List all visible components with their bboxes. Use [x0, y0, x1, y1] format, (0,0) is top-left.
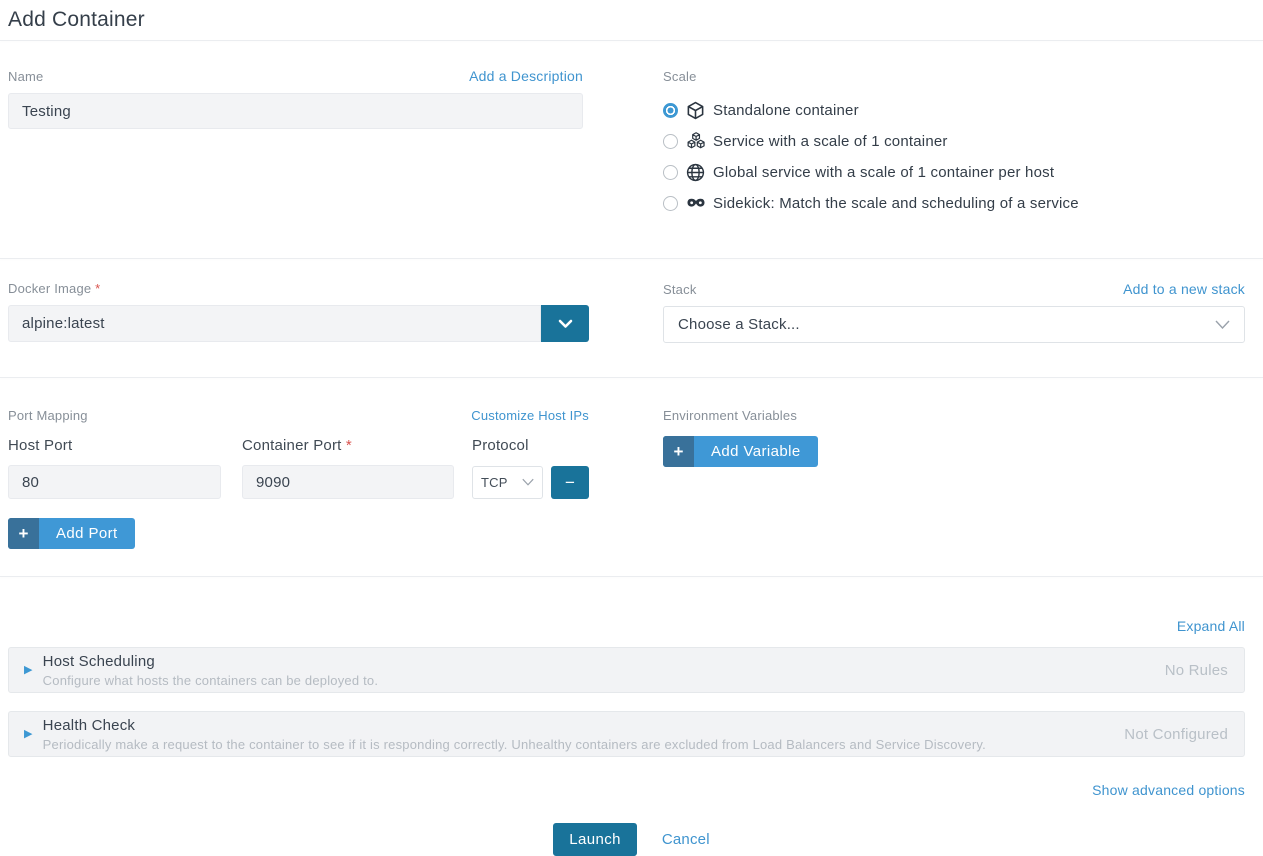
scale-label: Scale	[663, 69, 697, 84]
protocol-label: Protocol	[472, 437, 529, 454]
protocol-select-value: TCP	[481, 475, 508, 490]
advanced-panels: Expand All ▶ Host Scheduling Configure w…	[0, 577, 1263, 800]
stack-select-value: Choose a Stack...	[678, 316, 800, 333]
minus-icon: −	[565, 474, 575, 491]
chevron-down-icon	[522, 478, 534, 486]
plus-icon: +	[8, 518, 39, 549]
environment-variables-label: Environment Variables	[663, 408, 797, 423]
radio-global[interactable]	[663, 165, 678, 180]
ports-env-row: Port Mapping Customize Host IPs Host Por…	[0, 378, 1263, 576]
name-label: Name	[8, 69, 43, 84]
collapsed-triangle-icon[interactable]: ▶	[9, 729, 43, 740]
add-port-button[interactable]: + Add Port	[8, 518, 135, 549]
cancel-link[interactable]: Cancel	[662, 831, 710, 848]
show-advanced-options-link[interactable]: Show advanced options	[1092, 782, 1245, 798]
launch-button[interactable]: Launch	[553, 823, 637, 856]
remove-port-button[interactable]: −	[551, 466, 589, 499]
host-port-input[interactable]	[8, 465, 221, 499]
globe-icon	[685, 162, 706, 183]
scale-option-label: Global service with a scale of 1 contain…	[713, 164, 1054, 181]
panel-description: Configure what hosts the containers can …	[43, 673, 1165, 688]
environment-variables-section: Environment Variables + Add Variable	[663, 408, 1237, 576]
port-column-headers: Host Port Container Port * Protocol	[8, 437, 589, 454]
collapsed-triangle-icon[interactable]: ▶	[9, 665, 43, 676]
scale-option-label: Standalone container	[713, 102, 859, 119]
docker-image-section: Docker Image *	[8, 281, 583, 377]
scale-option-sidekick[interactable]: Sidekick: Match the scale and scheduling…	[663, 192, 1245, 214]
radio-standalone[interactable]	[663, 103, 678, 118]
required-asterisk: *	[95, 281, 100, 296]
host-scheduling-panel[interactable]: ▶ Host Scheduling Configure what hosts t…	[8, 647, 1245, 693]
radio-service[interactable]	[663, 134, 678, 149]
scale-option-label: Service with a scale of 1 container	[713, 133, 948, 150]
scale-option-standalone[interactable]: Standalone container	[663, 99, 1245, 121]
panel-status: No Rules	[1165, 662, 1244, 679]
plus-icon: +	[663, 436, 694, 467]
radio-sidekick[interactable]	[663, 196, 678, 211]
panel-title: Health Check	[43, 717, 1125, 734]
add-variable-button[interactable]: + Add Variable	[663, 436, 818, 467]
scale-option-global[interactable]: Global service with a scale of 1 contain…	[663, 161, 1245, 183]
container-port-label: Container Port *	[242, 437, 472, 454]
add-description-link[interactable]: Add a Description	[469, 68, 583, 84]
page-title: Add Container	[0, 0, 1263, 40]
panel-description: Periodically make a request to the conta…	[43, 737, 1125, 752]
chevron-down-icon	[558, 319, 573, 329]
docker-image-dropdown-button[interactable]	[541, 305, 589, 342]
stack-select[interactable]: Choose a Stack...	[663, 306, 1245, 343]
chevron-down-icon	[1215, 320, 1230, 329]
stack-label: Stack	[663, 282, 697, 297]
add-port-label: Add Port	[39, 518, 135, 549]
port-mapping-section: Port Mapping Customize Host IPs Host Por…	[8, 408, 589, 576]
scale-option-service[interactable]: Service with a scale of 1 container	[663, 130, 1245, 152]
name-input[interactable]	[8, 93, 583, 129]
health-check-panel[interactable]: ▶ Health Check Periodically make a reque…	[8, 711, 1245, 757]
add-variable-label: Add Variable	[694, 436, 818, 467]
name-section: Name Add a Description	[8, 68, 583, 258]
customize-host-ips-link[interactable]: Customize Host IPs	[471, 408, 589, 423]
add-container-page: Add Container Name Add a Description Sca…	[0, 0, 1263, 842]
docker-image-combo	[8, 305, 589, 342]
add-new-stack-link[interactable]: Add to a new stack	[1123, 281, 1245, 297]
port-mapping-label: Port Mapping	[8, 408, 88, 423]
scale-section: Scale Standalone container	[663, 68, 1245, 258]
mask-icon	[685, 193, 706, 214]
scale-option-label: Sidekick: Match the scale and scheduling…	[713, 195, 1079, 212]
port-mapping-row: TCP −	[8, 465, 589, 499]
panel-status: Not Configured	[1124, 726, 1244, 743]
form-actions: Launch Cancel	[0, 823, 1263, 856]
container-port-input[interactable]	[242, 465, 454, 499]
stack-section: Stack Add to a new stack Choose a Stack.…	[663, 281, 1245, 377]
name-scale-row: Name Add a Description Scale Standalone …	[0, 41, 1263, 258]
expand-all-link[interactable]: Expand All	[1177, 618, 1245, 634]
required-asterisk: *	[346, 437, 352, 454]
cube-icon	[685, 100, 706, 121]
scale-radio-group: Standalone container Service with a scal…	[663, 99, 1245, 214]
host-port-label: Host Port	[8, 437, 242, 454]
docker-image-label: Docker Image *	[8, 281, 100, 296]
protocol-select[interactable]: TCP	[472, 466, 543, 499]
cubes-icon	[685, 131, 706, 152]
image-stack-row: Docker Image * Stack Add to a new stack …	[0, 259, 1263, 377]
docker-image-input[interactable]	[8, 305, 541, 342]
panel-title: Host Scheduling	[43, 653, 1165, 670]
